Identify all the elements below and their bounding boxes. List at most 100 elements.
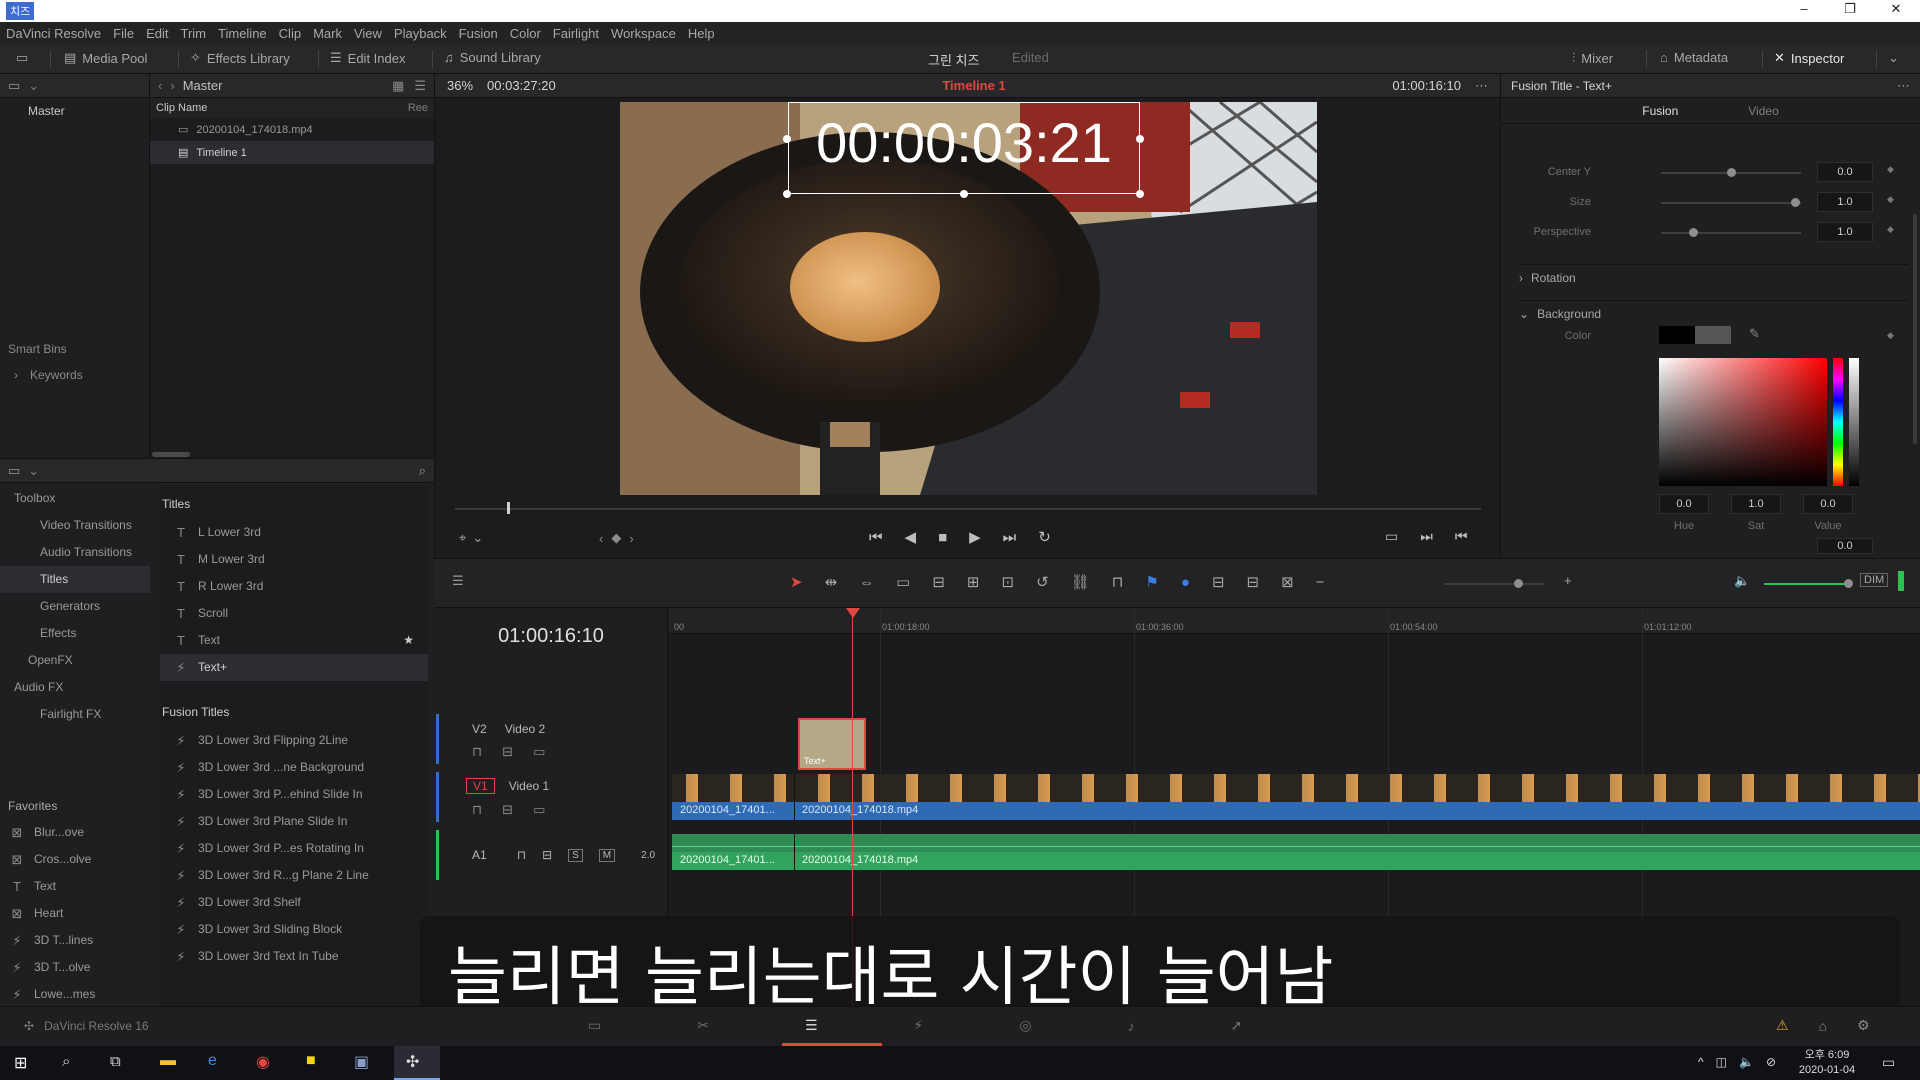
tree-titles[interactable]: Titles (0, 566, 150, 593)
dynamic-trim-icon[interactable]: ⇔ (859, 574, 874, 591)
sound-library-button[interactable]: ♫ Sound Library (444, 50, 541, 65)
title-item[interactable]: TM Lower 3rd (160, 546, 428, 573)
loop-icon[interactable]: ↻ (1038, 528, 1051, 546)
dropdown-icon[interactable]: ⌄ (28, 78, 39, 94)
col-reel[interactable]: Ree (408, 102, 428, 114)
edit-index-button[interactable]: ☰ Edit Index (330, 50, 405, 66)
clip-scrollbar[interactable] (152, 452, 190, 457)
clip-row[interactable]: ▤ Timeline 1 (150, 141, 434, 164)
track-a1-header[interactable]: A1 ⊓ ⊟ S M 2.0 (472, 848, 655, 862)
menu-edit[interactable]: Edit (146, 26, 168, 41)
timeline-options-icon[interactable]: ☰ (452, 573, 464, 589)
keyframe-diamond-icon[interactable]: ◆ (1887, 330, 1894, 341)
snapping-icon[interactable]: ↺ (1036, 573, 1049, 591)
more-options-icon[interactable]: ⋯ (1475, 78, 1488, 94)
menu-mark[interactable]: Mark (313, 26, 342, 41)
fusion-title-item[interactable]: ⚡ 3D Lower 3rd Flipping 2Line (160, 727, 428, 754)
track-v1-header[interactable]: V1 Video 1 (466, 778, 549, 794)
sticky-notes-icon[interactable]: ■ (306, 1052, 316, 1070)
video-frame[interactable]: 00:00:03:21 (620, 102, 1317, 495)
favorite-item[interactable]: ⚡ 3D T...olve (0, 954, 150, 981)
menu-playback[interactable]: Playback (394, 26, 447, 41)
keyframe-diamond-icon[interactable]: ◆ (1887, 224, 1894, 235)
volume-slider[interactable] (1764, 579, 1853, 588)
zoom-out-icon[interactable]: − (1316, 574, 1325, 591)
inspector-button[interactable]: ✕ Inspector (1774, 50, 1844, 66)
menu-help[interactable]: Help (688, 26, 715, 41)
size-value[interactable]: 1.0 (1817, 192, 1873, 212)
video-clip-bar[interactable]: 20200104_17401... 20200104_174018.mp4 (672, 802, 1920, 820)
flag-icon[interactable]: ⚑ (1145, 573, 1158, 591)
go-to-start-icon[interactable]: ⏮ (869, 529, 883, 546)
forward-icon[interactable]: › (170, 78, 174, 93)
inspector-scrollbar[interactable] (1913, 214, 1917, 444)
back-icon[interactable]: ‹ (158, 78, 162, 93)
volume-icon[interactable]: 🔈 (1734, 573, 1750, 589)
fusion-title-item[interactable]: ⚡ 3D Lower 3rd ...ne Background (160, 754, 428, 781)
keywords-bin[interactable]: › Keywords (14, 368, 83, 382)
marker-icon[interactable]: ● (1181, 574, 1190, 591)
page-fusion-icon[interactable]: ⚡ (914, 1017, 924, 1034)
disable-track-icon[interactable]: ▭ (533, 802, 545, 818)
audio-clip-bar[interactable]: 20200104_17401... 20200104_174018.mp4 (672, 852, 1920, 870)
page-media-icon[interactable]: ▭ (588, 1017, 601, 1034)
size-slider[interactable] (1661, 198, 1801, 207)
zoom-in-icon[interactable]: + (1564, 573, 1572, 588)
center-y-value[interactable]: 0.0 (1817, 162, 1873, 182)
sat-value[interactable]: 1.0 (1731, 494, 1781, 514)
bin-master[interactable]: Master (0, 98, 149, 118)
lock-icon[interactable]: ⊓ (472, 744, 482, 760)
viewer-scrubber[interactable] (455, 508, 1481, 510)
tree-video-transitions[interactable]: Video Transitions (14, 512, 150, 539)
title-item[interactable]: TR Lower 3rd (160, 573, 428, 600)
favorite-item[interactable]: ⊠ Heart (0, 900, 150, 927)
rotation-section[interactable]: › Rotation (1519, 264, 1909, 285)
lock-icon[interactable]: ⊓ (517, 848, 526, 862)
scrubber-playhead[interactable] (507, 502, 510, 514)
zoom-custom-icon[interactable]: ⊠ (1281, 573, 1294, 591)
app-window-icon[interactable]: ▣ (354, 1052, 369, 1072)
overwrite-clip-icon[interactable]: ⊞ (967, 573, 980, 591)
keyframe-nav[interactable]: ‹ ◆ › (599, 530, 634, 546)
volume-icon[interactable]: 🔈 (1739, 1055, 1754, 1069)
transform-tool-button[interactable]: ⌖ ⌄ (459, 530, 483, 546)
tree-audio-fx[interactable]: Audio FX (14, 674, 150, 701)
page-edit-icon[interactable]: ☰ (805, 1017, 818, 1034)
more-options-icon[interactable]: ⋯ (1897, 78, 1910, 94)
tray-chevron-icon[interactable]: ^ (1698, 1055, 1704, 1069)
menu-view[interactable]: View (354, 26, 382, 41)
auto-select-icon[interactable]: ⊟ (542, 848, 552, 862)
menu-clip[interactable]: Clip (279, 26, 301, 41)
viewer-zoom[interactable]: 36% (447, 78, 473, 93)
timeline-zoom-slider[interactable] (1444, 579, 1544, 588)
title-item-selected[interactable]: ⚡ Text+ (160, 654, 428, 681)
mute-button[interactable]: M (598, 848, 616, 862)
title-item[interactable]: T Scroll (160, 600, 428, 627)
menu-trim[interactable]: Trim (181, 26, 207, 41)
tree-toolbox[interactable]: Toolbox (14, 485, 150, 512)
replace-clip-icon[interactable]: ⊡ (1002, 573, 1015, 591)
chrome-icon[interactable]: ◉ (256, 1052, 270, 1072)
title-clip-text-plus[interactable]: Text+ (798, 718, 866, 770)
prev-edit-icon[interactable]: ⏮ (1455, 528, 1468, 545)
next-edit-icon[interactable]: ⏭ (1420, 528, 1433, 545)
solo-button[interactable]: S (568, 848, 583, 862)
timeline-selector[interactable]: Timeline 1 (942, 78, 1005, 93)
menu-color[interactable]: Color (510, 26, 541, 41)
effects-library-button[interactable]: ✧ Effects Library (190, 50, 290, 66)
page-fairlight-icon[interactable]: ♪ (1128, 1018, 1135, 1034)
search-icon[interactable]: ⌕ (419, 463, 426, 479)
fusion-title-item[interactable]: ⚡ 3D Lower 3rd R...g Plane 2 Line (160, 862, 428, 889)
insert-clip-icon[interactable]: ⊟ (932, 573, 945, 591)
blade-tool-icon[interactable]: ▭ (896, 573, 910, 591)
fusion-title-item[interactable]: ⚡ 3D Lower 3rd P...es Rotating In (160, 835, 428, 862)
keyframe-icon[interactable]: ◆ (611, 530, 621, 546)
disable-track-icon[interactable]: ▭ (533, 744, 545, 760)
go-to-end-icon[interactable]: ⏭ (1003, 529, 1017, 546)
dropdown-icon[interactable]: ⌄ (28, 463, 39, 479)
menu-davinci[interactable]: DaVinci Resolve (6, 26, 101, 41)
page-deliver-icon[interactable]: ➚ (1231, 1017, 1243, 1034)
menu-fusion[interactable]: Fusion (459, 26, 498, 41)
title-item[interactable]: TL Lower 3rd (160, 519, 428, 546)
fusion-title-item[interactable]: ⚡ 3D Lower 3rd Plane Slide In (160, 808, 428, 835)
